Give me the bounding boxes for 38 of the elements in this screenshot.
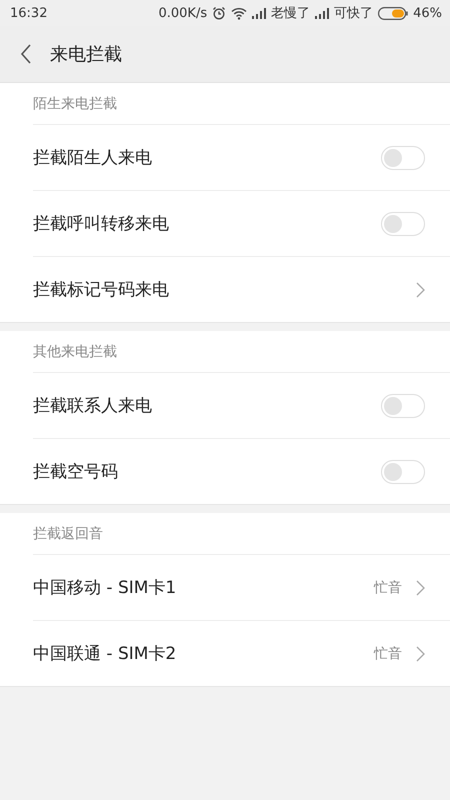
back-icon[interactable] <box>20 44 32 64</box>
row-label: 拦截呼叫转移来电 <box>33 213 169 235</box>
row-label: 中国联通 - SIM卡2 <box>33 643 176 665</box>
toggle-switch[interactable] <box>381 146 425 170</box>
row-label: 中国移动 - SIM卡1 <box>33 577 176 599</box>
section-title: 其他来电拦截 <box>33 342 117 360</box>
toggle-switch[interactable] <box>381 212 425 236</box>
chevron-icon <box>416 646 425 662</box>
row-value: 忙音 <box>374 644 402 662</box>
section-title: 陌生来电拦截 <box>33 94 117 112</box>
signal-icon <box>315 8 330 18</box>
toggle-switch[interactable] <box>381 394 425 418</box>
settings-row[interactable]: 拦截联系人来电 <box>33 372 450 438</box>
network-speed: 0.00K/s <box>158 6 208 20</box>
row-label: 拦截陌生人来电 <box>33 147 152 169</box>
wifi-icon <box>231 6 248 20</box>
carrier-name: 可快了 <box>334 5 374 22</box>
signal-icon <box>252 8 266 18</box>
section-title: 拦截返回音 <box>33 524 103 542</box>
battery-icon <box>378 6 408 20</box>
settings-row[interactable]: 中国移动 - SIM卡1 忙音 <box>33 554 450 620</box>
clock: 16:32 <box>10 6 48 20</box>
settings-row[interactable]: 拦截标记号码来电 <box>33 256 450 322</box>
alarm-icon <box>212 6 226 20</box>
settings-row[interactable]: 中国联通 - SIM卡2 忙音 <box>33 620 450 686</box>
chevron-icon <box>416 282 425 298</box>
row-label: 拦截空号码 <box>33 461 118 483</box>
row-value: 忙音 <box>374 578 402 596</box>
carrier-name: 老慢了 <box>271 5 310 22</box>
settings-row[interactable]: 拦截陌生人来电 <box>33 124 450 190</box>
settings-row[interactable]: 拦截呼叫转移来电 <box>33 190 450 256</box>
page-title: 来电拦截 <box>50 43 122 66</box>
row-label: 拦截标记号码来电 <box>33 279 169 301</box>
chevron-icon <box>416 580 425 596</box>
settings-row[interactable]: 拦截空号码 <box>33 438 450 504</box>
row-label: 拦截联系人来电 <box>33 395 152 417</box>
toggle-switch[interactable] <box>381 460 425 484</box>
battery-percent: 46% <box>413 6 442 20</box>
